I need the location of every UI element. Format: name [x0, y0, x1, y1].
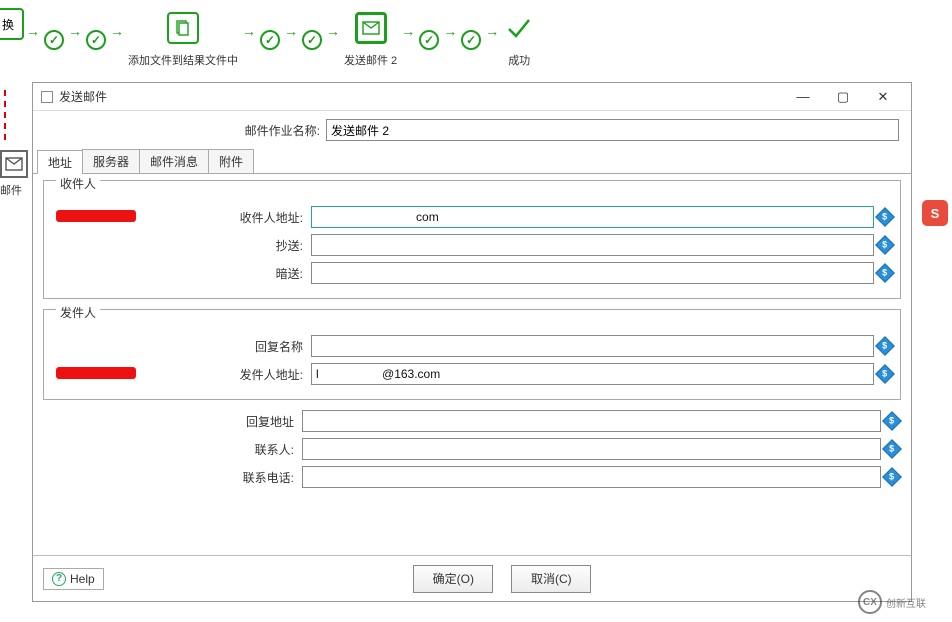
tab-address[interactable]: 地址 [37, 150, 83, 174]
cancel-button[interactable]: 取消(C) [511, 565, 591, 593]
help-button[interactable]: ? Help [43, 568, 104, 590]
help-icon: ? [52, 572, 66, 586]
check-icon: ✓ [260, 30, 280, 50]
tab-server[interactable]: 服务器 [82, 149, 140, 173]
arrow-icon: → [401, 23, 415, 39]
variable-picker-icon[interactable]: $ [875, 364, 895, 384]
arrow-icon: → [26, 23, 40, 39]
variable-picker-icon[interactable]: $ [875, 235, 895, 255]
reply-name-input[interactable] [311, 335, 874, 357]
arrow-icon: → [485, 23, 499, 39]
check-icon: ✓ [86, 30, 106, 50]
tab-attachment[interactable]: 附件 [208, 149, 254, 173]
job-name-label: 邮件作业名称: [45, 122, 320, 139]
send-mail-dialog: 发送邮件 — ▢ ✕ 邮件作业名称: 地址 服务器 邮件消息 附件 收件人 收件… [32, 82, 912, 602]
sender-addr-input[interactable] [311, 363, 874, 385]
cc-row: 抄送: $ [52, 234, 892, 256]
recipient-addr-input[interactable] [311, 206, 874, 228]
tab-message[interactable]: 邮件消息 [139, 149, 209, 173]
node-label: 成功 [508, 52, 530, 68]
workflow-node-addfile[interactable]: 添加文件到结果文件中 [128, 12, 238, 68]
recipient-fieldset: 收件人 收件人地址: $ 抄送: $ 暗送: $ [43, 180, 901, 299]
watermark: CX 创新互联 [858, 586, 950, 618]
file-icon [167, 12, 199, 44]
titlebar: 发送邮件 — ▢ ✕ [33, 83, 911, 111]
tab-panel-address: 收件人 收件人地址: $ 抄送: $ 暗送: $ [33, 174, 911, 555]
tabs: 地址 服务器 邮件消息 附件 [33, 149, 911, 174]
arrow-icon: → [110, 23, 124, 39]
workflow-node-success[interactable]: 成功 [503, 12, 535, 68]
recipient-legend: 收件人 [56, 175, 100, 192]
recipient-addr-label: 收件人地址: [52, 209, 307, 226]
variable-picker-icon[interactable]: $ [882, 467, 902, 487]
variable-picker-icon[interactable]: $ [882, 439, 902, 459]
node-partial-text: 换 [2, 16, 14, 33]
contact-input[interactable] [302, 438, 881, 460]
workflow-node-sendmail[interactable]: 发送邮件 2 [344, 12, 397, 68]
watermark-text: 创新互联 [886, 595, 926, 610]
sender-addr-label: 发件人地址: [52, 366, 307, 383]
node-label: 添加文件到结果文件中 [128, 52, 238, 68]
minimize-button[interactable]: — [783, 83, 823, 111]
side-panel-partial: 邮件 [0, 90, 28, 390]
mail-icon [355, 12, 387, 44]
arrow-icon: → [68, 23, 82, 39]
bcc-label: 暗送: [52, 265, 307, 282]
variable-picker-icon[interactable]: $ [875, 263, 895, 283]
node-label: 发送邮件 2 [344, 52, 397, 68]
help-label: Help [70, 572, 95, 586]
sender-fieldset: 发件人 回复名称 $ 发件人地址: $ [43, 309, 901, 400]
recipient-addr-row: 收件人地址: $ [52, 206, 892, 228]
check-icon: ✓ [419, 30, 439, 50]
check-icon: ✓ [302, 30, 322, 50]
close-button[interactable]: ✕ [863, 83, 903, 111]
job-name-input[interactable] [326, 119, 899, 141]
success-check-icon [503, 12, 535, 44]
job-name-row: 邮件作业名称: [33, 111, 911, 149]
workflow-canvas: 换 → ✓ → ✓ → 添加文件到结果文件中 → ✓ → ✓ → 发送邮件 2 … [0, 0, 952, 80]
phone-row: 联系电话: $ [43, 466, 901, 488]
check-icon: ✓ [461, 30, 481, 50]
contact-row: 联系人: $ [43, 438, 901, 460]
reply-addr-label: 回复地址 [43, 413, 298, 430]
maximize-button[interactable]: ▢ [823, 83, 863, 111]
arrow-icon: → [443, 23, 457, 39]
arrow-icon: → [284, 23, 298, 39]
cc-label: 抄送: [52, 237, 307, 254]
contact-label: 联系人: [43, 441, 298, 458]
arrow-icon: → [242, 23, 256, 39]
sender-legend: 发件人 [56, 304, 100, 321]
variable-picker-icon[interactable]: $ [875, 336, 895, 356]
dashed-connector-icon [4, 90, 28, 140]
workflow-node-partial[interactable]: 换 [0, 8, 24, 40]
check-icon: ✓ [44, 30, 64, 50]
phone-label: 联系电话: [43, 469, 298, 486]
phone-input[interactable] [302, 466, 881, 488]
bcc-input[interactable] [311, 262, 874, 284]
side-label: 邮件 [0, 182, 28, 198]
ok-button[interactable]: 确定(O) [413, 565, 493, 593]
variable-picker-icon[interactable]: $ [882, 411, 902, 431]
reply-name-row: 回复名称 $ [52, 335, 892, 357]
window-title: 发送邮件 [59, 88, 783, 105]
mail-icon[interactable] [0, 150, 28, 178]
sender-addr-row: 发件人地址: $ [52, 363, 892, 385]
window-icon [41, 91, 53, 103]
sogou-badge-icon[interactable]: S [922, 200, 948, 226]
reply-name-label: 回复名称 [52, 338, 307, 355]
cc-input[interactable] [311, 234, 874, 256]
reply-addr-row: 回复地址 $ [43, 410, 901, 432]
reply-addr-input[interactable] [302, 410, 881, 432]
watermark-logo-icon: CX [858, 590, 882, 614]
bcc-row: 暗送: $ [52, 262, 892, 284]
dialog-bottom-bar: ? Help 确定(O) 取消(C) [33, 555, 911, 601]
variable-picker-icon[interactable]: $ [875, 207, 895, 227]
arrow-icon: → [326, 23, 340, 39]
